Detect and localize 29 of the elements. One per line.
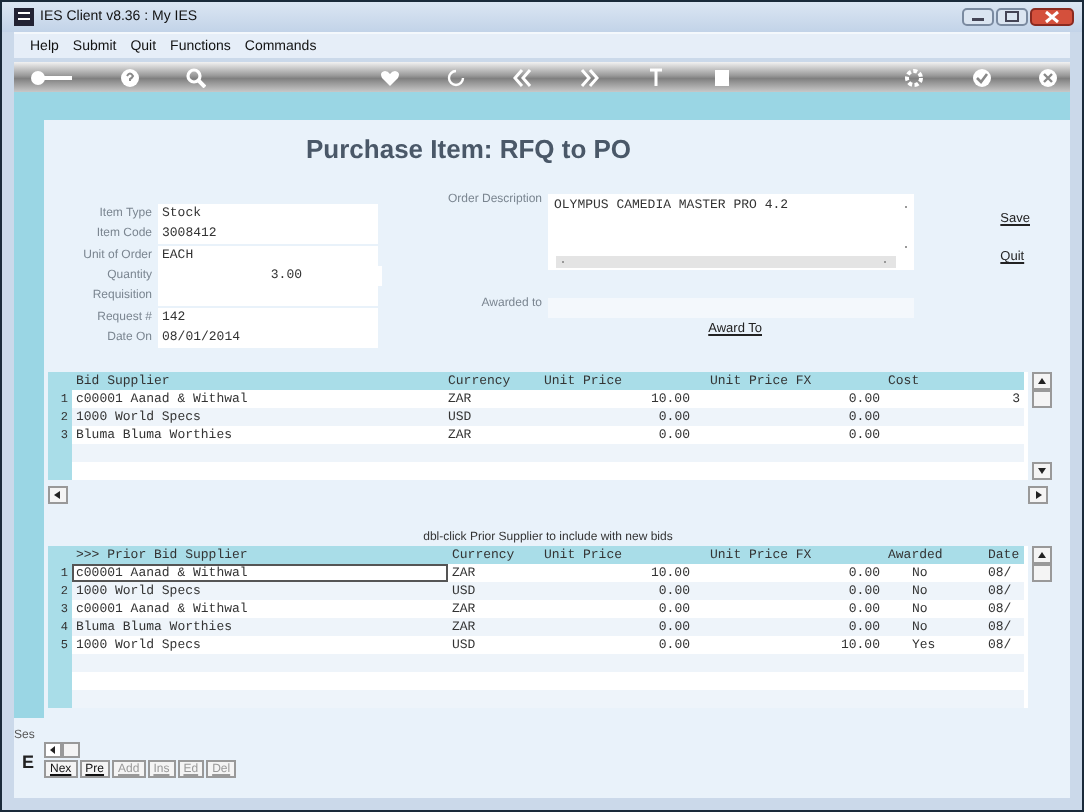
scroll-thumb-icon[interactable] bbox=[1032, 390, 1052, 408]
double-right-arrow-icon[interactable] bbox=[579, 67, 600, 87]
double-left-arrow-icon[interactable] bbox=[512, 67, 533, 87]
page-title: Purchase Item: RFQ to PO bbox=[306, 134, 634, 166]
scroll-up-icon[interactable] bbox=[1032, 546, 1052, 564]
gear-icon[interactable] bbox=[904, 67, 925, 87]
close-circle-icon[interactable] bbox=[1037, 67, 1058, 87]
scroll-right-icon[interactable] bbox=[1028, 486, 1048, 504]
scroll-thumb-icon[interactable] bbox=[62, 742, 80, 758]
side-letter: E bbox=[22, 752, 37, 772]
check-icon[interactable] bbox=[971, 67, 992, 87]
app-icon[interactable] bbox=[14, 8, 34, 26]
help-icon[interactable] bbox=[120, 67, 141, 87]
scroll-down-icon[interactable] bbox=[1032, 462, 1052, 480]
scroll-left-icon[interactable] bbox=[44, 742, 62, 758]
row-header bbox=[48, 462, 72, 480]
square-icon[interactable] bbox=[711, 67, 732, 87]
horizontal-scrollbar-icon[interactable] bbox=[556, 256, 896, 268]
row-header bbox=[48, 690, 72, 708]
minimize-icon[interactable] bbox=[962, 8, 994, 26]
scroll-left-icon[interactable] bbox=[48, 486, 68, 504]
heart-icon[interactable] bbox=[379, 67, 400, 87]
close-icon[interactable] bbox=[1030, 8, 1074, 26]
scroll-thumb-icon[interactable] bbox=[1032, 564, 1052, 582]
search-icon[interactable] bbox=[186, 67, 207, 87]
key-icon[interactable] bbox=[30, 67, 74, 87]
refresh-icon[interactable] bbox=[446, 67, 467, 87]
maximize-icon[interactable] bbox=[996, 8, 1028, 26]
scroll-up-icon[interactable] bbox=[1032, 372, 1052, 390]
